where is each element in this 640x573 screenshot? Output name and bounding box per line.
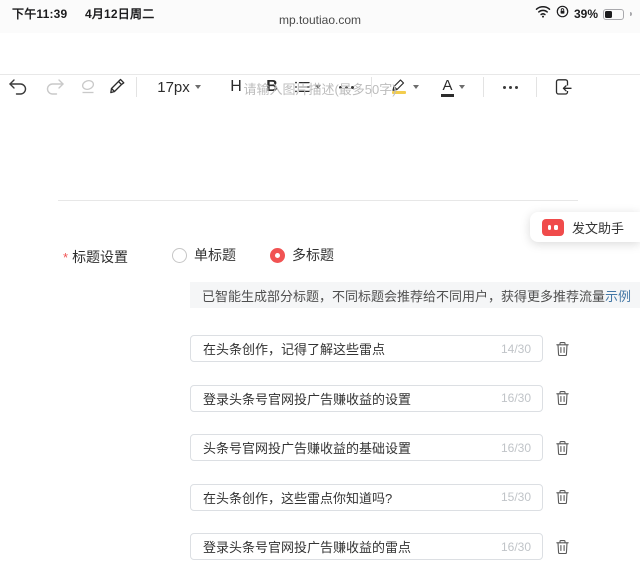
title-input-5[interactable] xyxy=(190,533,543,560)
publish-assistant-button[interactable]: 发文助手 xyxy=(529,212,640,242)
battery-icon xyxy=(603,8,624,20)
title-row: 16/30 xyxy=(190,533,574,560)
char-counter: 16/30 xyxy=(500,539,531,554)
trash-icon xyxy=(555,490,569,505)
required-asterisk: * xyxy=(63,250,69,265)
assistant-label: 发文助手 xyxy=(571,220,624,236)
title-mode-radio-group: 单标题 多标题 xyxy=(172,245,368,265)
example-link[interactable]: 示例 xyxy=(605,286,631,305)
char-counter: 16/30 xyxy=(500,391,531,405)
radio-circle-selected[interactable] xyxy=(270,247,285,263)
title-list: 14/30 16/30 16/30 xyxy=(190,335,574,573)
trash-icon xyxy=(555,391,569,406)
title-input-4[interactable] xyxy=(190,483,543,511)
orientation-lock-icon xyxy=(556,5,569,23)
title-input-3[interactable] xyxy=(190,434,543,461)
editor-toolbar: 17px H B A xyxy=(0,33,640,97)
title-input-1[interactable] xyxy=(190,335,543,362)
battery-percent: 39% xyxy=(573,7,598,21)
assistant-robot-icon xyxy=(541,218,564,236)
delete-title-button[interactable] xyxy=(552,438,572,458)
radio-multi-title[interactable]: 多标题 xyxy=(270,245,334,265)
trash-icon xyxy=(555,341,569,356)
smart-title-notice: 已智能生成部分标题，不同标题会推荐给不同用户，获得更多推荐流量 示例 xyxy=(190,282,640,308)
title-settings-label: * 标题设置 xyxy=(63,249,129,265)
trash-icon xyxy=(555,440,569,455)
delete-title-button[interactable] xyxy=(552,487,572,507)
screen: 下午11:39 4月12日周二 mp.toutiao.com 39% 17px … xyxy=(0,0,640,573)
radio-label: 多标题 xyxy=(292,247,334,263)
battery-tip xyxy=(630,12,632,16)
title-row: 16/30 xyxy=(190,384,574,412)
delete-title-button[interactable] xyxy=(552,388,572,408)
status-bar-right: 39% xyxy=(535,5,632,23)
char-counter: 15/30 xyxy=(500,490,531,504)
trash-icon xyxy=(555,539,569,554)
browser-chrome: 下午11:39 4月12日周二 mp.toutiao.com 39% xyxy=(0,0,640,34)
radio-circle-unselected[interactable] xyxy=(172,247,187,263)
radio-label: 单标题 xyxy=(194,247,236,263)
title-input-2[interactable] xyxy=(190,384,543,412)
content-divider xyxy=(58,200,578,201)
title-row: 14/30 xyxy=(190,335,574,362)
delete-title-button[interactable] xyxy=(552,339,572,359)
delete-title-button[interactable] xyxy=(552,537,572,557)
notice-text: 已智能生成部分标题，不同标题会推荐给不同用户，获得更多推荐流量 xyxy=(202,288,606,304)
title-row: 15/30 xyxy=(190,483,574,511)
char-counter: 14/30 xyxy=(500,341,531,356)
wifi-icon xyxy=(535,5,551,23)
radio-single-title[interactable]: 单标题 xyxy=(172,245,236,265)
char-counter: 16/30 xyxy=(500,440,531,455)
image-caption-placeholder[interactable]: 请输入图片描述(最多50字) xyxy=(0,79,640,98)
title-row: 16/30 xyxy=(190,434,574,461)
